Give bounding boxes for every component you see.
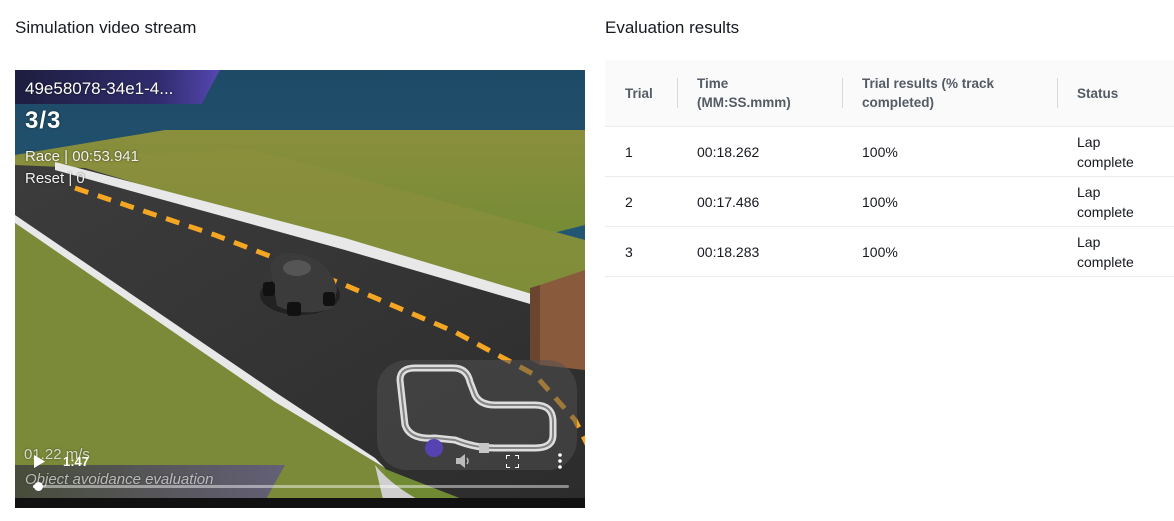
trial-cell: 2 xyxy=(605,176,677,227)
status-cell: Lap complete xyxy=(1057,176,1174,227)
play-button[interactable] xyxy=(33,455,45,473)
result-cell: 100% xyxy=(842,126,1057,177)
status-cell: Lap complete xyxy=(1057,226,1174,277)
simulation-video-player[interactable]: 49e58078-34e1-4... 3/3 Race | 00:53.941 … xyxy=(15,70,585,508)
trial-cell: 3 xyxy=(605,226,677,277)
lap-counter: 3/3 xyxy=(25,107,62,134)
volume-button[interactable] xyxy=(456,454,472,473)
video-progress-bar[interactable] xyxy=(33,482,569,491)
fullscreen-icon xyxy=(505,454,520,469)
fullscreen-button[interactable] xyxy=(505,454,520,473)
time-cell: 00:17.486 xyxy=(677,176,842,227)
model-id-label: 49e58078-34e1-4... xyxy=(25,79,174,98)
race-time-label: Race | 00:53.941 xyxy=(25,148,139,165)
play-icon xyxy=(34,455,45,468)
time-cell: 00:18.262 xyxy=(677,126,842,177)
results-section-title: Evaluation results xyxy=(605,18,740,37)
current-time: 1:47 xyxy=(63,454,90,469)
reset-count-label: Reset | 0 xyxy=(25,170,85,187)
evaluation-results-table: Trial Time (MM:SS.mmm) Trial results (% … xyxy=(605,60,1174,277)
trial-cell: 1 xyxy=(605,126,677,177)
video-section-title: Simulation video stream xyxy=(15,18,197,37)
volume-icon xyxy=(456,454,469,468)
status-cell: Lap complete xyxy=(1057,126,1174,177)
table-row: 2 00:17.486 100% Lap complete xyxy=(605,176,1174,227)
column-header-trial: Trial xyxy=(605,60,677,127)
result-cell: 100% xyxy=(842,226,1057,277)
result-cell: 100% xyxy=(842,176,1057,227)
more-options-button[interactable] xyxy=(558,453,562,474)
column-header-status: Status xyxy=(1057,60,1174,127)
track-minimap xyxy=(377,360,577,470)
more-vertical-icon xyxy=(558,453,562,469)
table-row: 3 00:18.283 100% Lap complete xyxy=(605,226,1174,277)
simulation-scene xyxy=(15,70,585,508)
table-row: 1 00:18.262 100% Lap complete xyxy=(605,126,1174,177)
column-header-time: Time (MM:SS.mmm) xyxy=(677,60,842,127)
time-cell: 00:18.283 xyxy=(677,226,842,277)
table-header-row: Trial Time (MM:SS.mmm) Trial results (% … xyxy=(605,60,1174,127)
column-header-trial-results: Trial results (% track completed) xyxy=(842,60,1057,127)
